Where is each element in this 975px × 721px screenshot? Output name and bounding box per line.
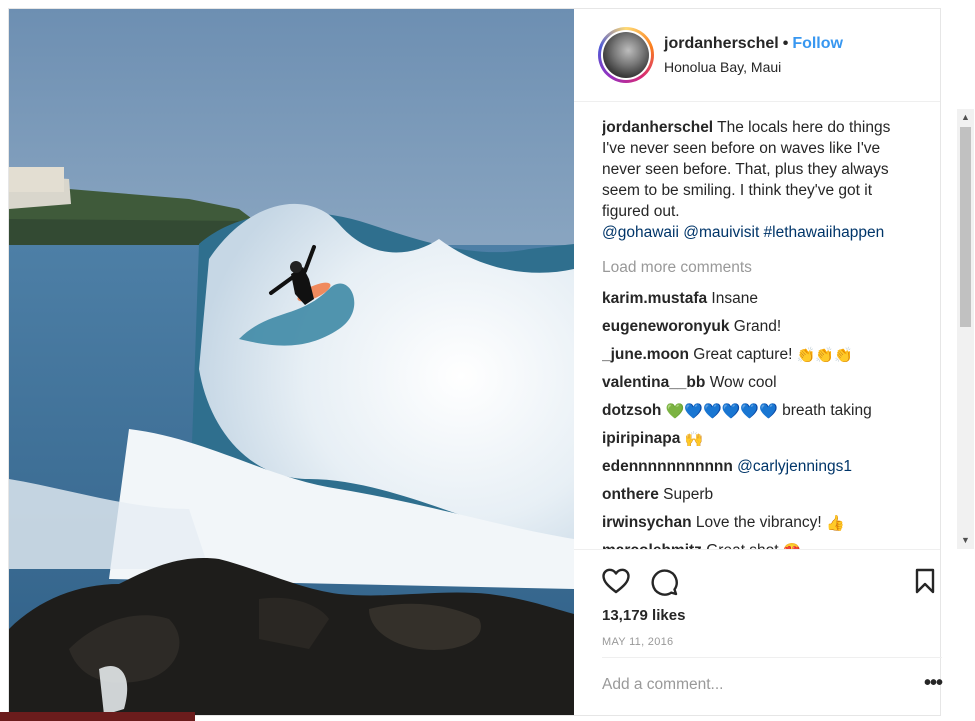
add-comment-input[interactable]: [602, 676, 902, 694]
action-icons: [602, 568, 942, 598]
comment-row: valentina__bb Wow cool: [602, 369, 918, 397]
comment-text: breath taking: [782, 402, 872, 419]
comment-row: ipiripinapa 🙌: [602, 425, 918, 453]
caption-tags[interactable]: @gohawaii @mauivisit #lethawaiihappen: [602, 224, 884, 241]
bookmark-icon[interactable]: [915, 568, 935, 599]
comments-scrollbar[interactable]: ▲ ▼: [957, 109, 974, 549]
comment-text: Great shot: [706, 542, 778, 549]
post-header: jordanherschel • Follow Honolua Bay, Maui: [574, 9, 940, 102]
comment-username[interactable]: valentina__bb: [602, 374, 705, 391]
header-username[interactable]: jordanherschel: [664, 35, 779, 52]
comment-icon[interactable]: [650, 568, 678, 601]
comment-emoji: 😍: [783, 538, 802, 549]
comment-text: Great capture!: [693, 346, 793, 363]
comment-text: Love the vibrancy!: [695, 514, 822, 531]
comment-text: Superb: [663, 486, 714, 503]
header-user-line: jordanherschel • Follow: [664, 35, 843, 53]
comment-username[interactable]: dotzsoh: [602, 402, 661, 419]
more-options-icon[interactable]: •••: [924, 672, 943, 695]
scroll-up-arrow-icon[interactable]: ▲: [957, 109, 974, 126]
avatar[interactable]: [601, 30, 651, 80]
comment-text: Grand!: [733, 318, 782, 335]
comment-username[interactable]: ipiripinapa: [602, 430, 680, 447]
post-photo[interactable]: [9, 9, 574, 715]
comment-row: irwinsychan Love the vibrancy! 👍: [602, 509, 918, 537]
scroll-down-arrow-icon[interactable]: ▼: [957, 532, 974, 549]
avatar-image: [603, 32, 649, 78]
post-actions: 13,179 likes MAY 11, 2016 •••: [574, 549, 943, 716]
comment-emoji: 💚💙💙💙💙💙: [665, 403, 778, 420]
comment-username[interactable]: edennnnnnnnnnn: [602, 458, 733, 475]
surf-photo-illustration: [9, 9, 574, 715]
caption: jordanherschel The locals here do things…: [602, 117, 918, 243]
post-side-panel: jordanherschel • Follow Honolua Bay, Maui …: [574, 9, 974, 716]
comments-list[interactable]: jordanherschel The locals here do things…: [602, 117, 918, 549]
comment-rows: karim.mustafa Insane eugeneworonyuk Gran…: [602, 285, 918, 549]
comment-emoji: 👏👏👏: [796, 347, 853, 364]
comment-mention[interactable]: @carlyjennings1: [737, 458, 852, 475]
comment-row: onthere Superb: [602, 481, 918, 509]
comment-username[interactable]: karim.mustafa: [602, 290, 707, 307]
comment-username[interactable]: eugeneworonyuk: [602, 318, 729, 335]
likes-count[interactable]: 13,179 likes: [602, 607, 685, 624]
instagram-post: jordanherschel • Follow Honolua Bay, Maui …: [8, 8, 974, 716]
separator-dot: •: [782, 35, 789, 52]
add-comment-bar: •••: [602, 657, 943, 716]
comment-row: _june.moon Great capture! 👏👏👏: [602, 341, 918, 369]
comment-text: Wow cool: [709, 374, 777, 391]
taskbar-strip: [0, 712, 195, 721]
follow-button[interactable]: Follow: [792, 35, 843, 52]
comment-row: edennnnnnnnnnn @carlyjennings1: [602, 453, 918, 481]
comment-username[interactable]: marcolehmitz: [602, 542, 702, 549]
comment-row: eugeneworonyuk Grand!: [602, 313, 918, 341]
comment-username[interactable]: onthere: [602, 486, 659, 503]
comment-row: marcolehmitz Great shot 😍: [602, 537, 918, 549]
comment-text: Insane: [711, 290, 758, 307]
load-more-comments[interactable]: Load more comments: [602, 257, 918, 278]
heart-icon[interactable]: [602, 568, 630, 599]
comment-emoji: 🙌: [684, 431, 704, 448]
post-date[interactable]: MAY 11, 2016: [602, 636, 673, 648]
scrollbar-thumb[interactable]: [960, 127, 971, 327]
location-link[interactable]: Honolua Bay, Maui: [664, 59, 781, 75]
comment-username[interactable]: _june.moon: [602, 346, 689, 363]
comment-username[interactable]: irwinsychan: [602, 514, 692, 531]
caption-username[interactable]: jordanherschel: [602, 119, 713, 136]
comment-emoji: 👍: [826, 515, 845, 532]
comment-row: dotzsoh 💚💙💙💙💙💙 breath taking: [602, 397, 918, 425]
story-ring[interactable]: [598, 27, 654, 83]
comment-row: karim.mustafa Insane: [602, 285, 918, 313]
